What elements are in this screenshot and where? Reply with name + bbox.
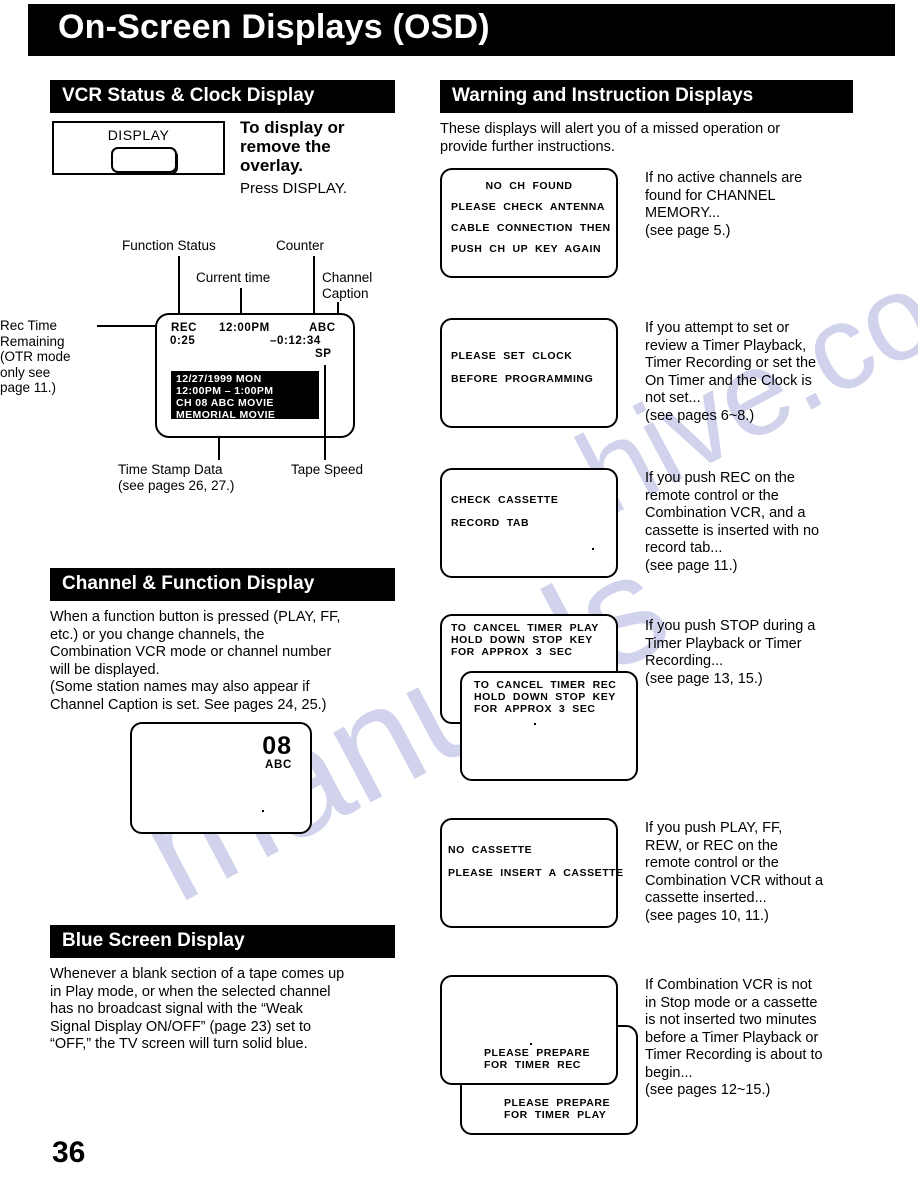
warning-item-check-cassette: CHECK CASSETTE RECORD TAB If you push RE… [440, 468, 819, 578]
osd-box-cancel-timer-rec: TO CANCEL TIMER REC HOLD DOWN STOP KEY F… [460, 671, 638, 781]
display-button[interactable] [111, 147, 177, 173]
page-title: On-Screen Displays (OSD) [58, 8, 490, 46]
screen-speck [592, 548, 594, 550]
osd-tape-speed: SP [315, 348, 332, 360]
osd-line: FOR TIMER REC [484, 1059, 581, 1071]
blue-screen-body: Whenever a blank section of a tape comes… [50, 966, 345, 1052]
osd-line: HOLD DOWN STOP KEY [451, 634, 593, 646]
screen-speck [530, 1043, 532, 1045]
warning-item-no-cassette: NO CASSETTE PLEASE INSERT A CASSETTE If … [440, 818, 823, 928]
channel-caption: ABC [264, 759, 292, 771]
osd-line: FOR TIMER PLAY [504, 1109, 607, 1121]
warning-description: If Combination VCR is not in Stop mode o… [645, 977, 823, 1098]
osd-line: PLEASE PREPARE [504, 1097, 611, 1109]
section-heading-warning-instruction: Warning and Instruction Displays [440, 80, 853, 113]
osd-box-no-cassette: NO CASSETTE PLEASE INSERT A CASSETTE [440, 818, 624, 928]
osd-line: FOR APPROX 3 SEC [451, 646, 573, 658]
leader-counter [313, 256, 315, 313]
label-tape-speed: Tape Speed [291, 462, 364, 477]
leader-channel-caption [337, 302, 339, 313]
section-heading-blue-screen: Blue Screen Display [50, 925, 395, 958]
channel-function-body: When a function button is pressed (PLAY,… [50, 609, 341, 713]
display-callout-strong: To display or remove the overlay. [240, 118, 345, 175]
warning-item-no-ch-found: NO CH FOUND PLEASE CHECK ANTENNA CABLE C… [440, 168, 802, 278]
osd-line: CABLE CONNECTION THEN [451, 222, 611, 234]
channel-display-screen: 08 ABC [130, 722, 312, 834]
warning-intro-text: These displays will alert you of a misse… [440, 121, 781, 155]
osd-box-please-set-clock: PLEASE SET CLOCK BEFORE PROGRAMMING [440, 318, 618, 428]
osd-line: TO CANCEL TIMER PLAY [451, 622, 599, 634]
label-current-time: Current time [196, 270, 271, 285]
channel-number: 08 [262, 732, 292, 760]
section-heading-channel-function: Channel & Function Display [50, 568, 395, 601]
leader-current-time [240, 288, 242, 313]
screen-speck [534, 723, 536, 725]
display-callout: To display or remove the overlay. Press … [240, 118, 400, 197]
osd-line: PUSH CH UP KEY AGAIN [451, 243, 602, 255]
page-title-bar: On-Screen Displays (OSD) [28, 4, 895, 56]
osd-lines-group: PLEASE PREPARE FOR TIMER REC [442, 1047, 616, 1071]
display-button-label: DISPLAY [107, 127, 170, 143]
osd-time-stamp-data: 12/27/1999 MON 12:00PM – 1:00PM CH 08 AB… [171, 371, 319, 421]
osd-line: PLEASE INSERT A CASSETTE [448, 867, 624, 879]
warning-description: If you push REC on the remote control or… [645, 470, 820, 574]
section-heading-vcr-status: VCR Status & Clock Display [50, 80, 395, 113]
warning-description: If you attempt to set or review a Timer … [645, 320, 817, 424]
osd-box-prepare-timer-rec: PLEASE PREPARE FOR TIMER REC [440, 975, 618, 1085]
left-column: VCR Status & Clock Display [50, 80, 395, 113]
osd-line: PLEASE SET CLOCK [451, 350, 573, 362]
channel-function-section: Channel & Function Display When a functi… [50, 568, 395, 714]
label-function-status: Function Status [122, 238, 216, 253]
label-channel-caption: Channel Caption [322, 270, 373, 301]
osd-rec-indicator: REC [171, 322, 198, 334]
osd-line: HOLD DOWN STOP KEY [474, 691, 616, 703]
page-number: 36 [52, 1136, 86, 1169]
osd-line: PLEASE PREPARE [484, 1047, 591, 1059]
leader-tape-speed [324, 365, 326, 460]
osd-line: TO CANCEL TIMER REC [474, 679, 617, 691]
osd-line: BEFORE PROGRAMMING [451, 373, 594, 385]
blue-screen-section: Blue Screen Display Whenever a blank sec… [50, 925, 395, 1054]
warning-description: If no active channels are found for CHAN… [645, 170, 803, 239]
display-callout-press: Press DISPLAY. [240, 180, 347, 197]
osd-status-diagram: Function Status Counter Current time Cha… [0, 230, 400, 493]
label-time-stamp-data: Time Stamp Data (see pages 26, 27.) [118, 462, 235, 493]
osd-box-check-cassette: CHECK CASSETTE RECORD TAB [440, 468, 618, 578]
display-button-panel: DISPLAY [52, 121, 225, 175]
leader-time-stamp-data [218, 438, 220, 460]
leader-function-status [178, 256, 180, 313]
warning-item-please-set-clock: PLEASE SET CLOCK BEFORE PROGRAMMING If y… [440, 318, 816, 428]
osd-line: PLEASE CHECK ANTENNA [451, 201, 606, 213]
osd-lines-group: PLEASE PREPARE FOR TIMER PLAY [462, 1097, 636, 1121]
osd-current-time: 12:00PM [219, 322, 270, 334]
osd-line: RECORD TAB [451, 517, 530, 529]
osd-line: CHECK CASSETTE [451, 494, 559, 506]
warning-description: If you push STOP during a Timer Playback… [645, 618, 816, 687]
label-counter: Counter [276, 238, 325, 253]
osd-counter: –0:12:34 [270, 335, 321, 347]
osd-line: NO CASSETTE [448, 844, 533, 856]
osd-box-no-ch-found: NO CH FOUND PLEASE CHECK ANTENNA CABLE C… [440, 168, 618, 278]
osd-channel-caption: ABC [309, 322, 336, 334]
osd-rec-remaining: 0:25 [170, 335, 196, 347]
osd-line: FOR APPROX 3 SEC [474, 703, 596, 715]
screen-speck [262, 810, 264, 812]
warning-description: If you push PLAY, FF, REW, or REC on the… [645, 820, 824, 924]
label-rec-time-remaining: Rec Time Remaining (OTR mode only see pa… [0, 318, 71, 395]
right-column: Warning and Instruction Displays These d… [440, 80, 860, 156]
osd-line: NO CH FOUND [485, 180, 573, 192]
